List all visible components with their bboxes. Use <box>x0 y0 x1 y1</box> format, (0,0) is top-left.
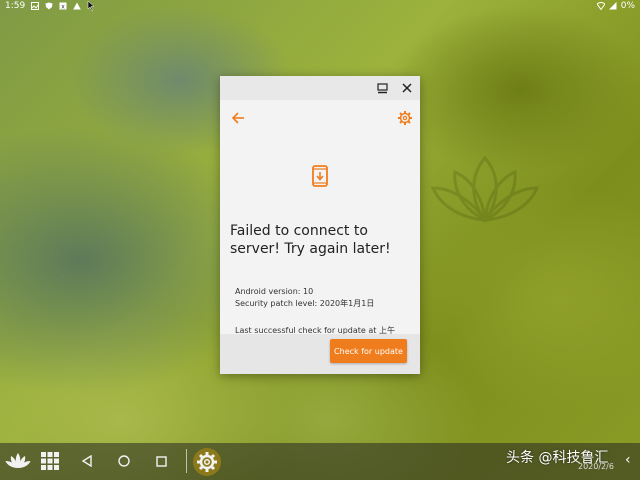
security-patch-text: Security patch level: 2020年1月1日 <box>235 299 375 308</box>
svg-text:x: x <box>61 4 65 11</box>
lotus-wallpaper-icon <box>430 155 540 223</box>
dialog-footer: Check for update <box>220 334 420 374</box>
check-for-update-button[interactable]: Check for update <box>330 339 407 363</box>
back-icon <box>81 455 92 467</box>
restore-icon <box>376 82 388 93</box>
app-drawer-button[interactable] <box>40 451 60 471</box>
home-icon <box>118 455 130 467</box>
nav-back-button[interactable] <box>78 451 96 471</box>
close-icon <box>402 83 412 93</box>
notification-icon: x <box>59 2 67 10</box>
close-button[interactable] <box>399 80 415 96</box>
recent-apps-icon <box>155 455 167 467</box>
error-message: Failed to connect to server! Try again l… <box>230 223 391 257</box>
photo-icon <box>31 2 40 10</box>
start-menu-button[interactable] <box>5 451 31 471</box>
wifi-icon <box>596 2 605 10</box>
restore-button[interactable] <box>374 80 390 96</box>
grid-icon <box>41 452 59 470</box>
settings-gear-icon[interactable] <box>397 110 413 126</box>
update-dialog: Failed to connect to server! Try again l… <box>220 76 420 374</box>
warning-icon <box>73 2 82 10</box>
nav-home-button[interactable] <box>114 451 134 471</box>
mouse-pointer-icon <box>87 1 95 11</box>
signal-icon <box>608 2 617 10</box>
shield-icon <box>45 2 53 10</box>
settings-app-icon[interactable] <box>192 447 222 477</box>
system-update-icon <box>312 165 328 187</box>
watermark-date: 2020/2/6 <box>578 462 614 471</box>
lotus-icon <box>5 453 31 468</box>
dialog-titlebar[interactable] <box>220 76 420 100</box>
status-bar: 1:59 x 0% <box>0 0 640 14</box>
android-version-text: Android version: 10 <box>235 287 314 296</box>
nav-recent-button[interactable] <box>152 451 170 471</box>
status-time: 1:59 <box>5 1 26 11</box>
taskbar-divider <box>186 449 187 473</box>
back-arrow-icon[interactable] <box>230 110 246 126</box>
battery-level: 0% <box>620 1 635 11</box>
dialog-body: Failed to connect to server! Try again l… <box>220 100 420 347</box>
chevron-left-icon[interactable]: ‹ <box>625 452 631 468</box>
